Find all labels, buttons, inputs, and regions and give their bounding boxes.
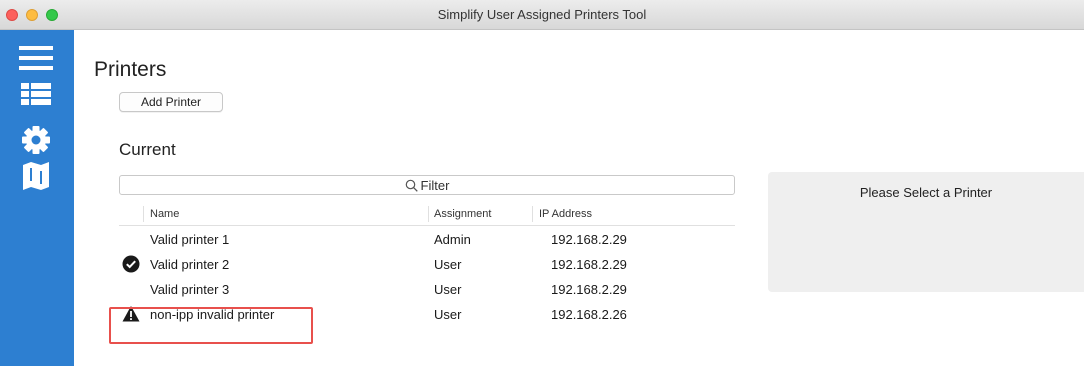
printer-assignment: User [434, 307, 462, 322]
checkmark-circle-icon [122, 255, 140, 273]
table-row[interactable]: Valid printer 3 User 192.168.2.29 [119, 276, 735, 301]
map-icon [23, 162, 49, 190]
add-printer-button[interactable]: Add Printer [119, 92, 223, 112]
gear-icon [22, 126, 50, 154]
search-icon [405, 179, 418, 192]
table-header: Name Assignment IP Address [119, 203, 735, 226]
printer-assignment: Admin [434, 232, 471, 247]
window-titlebar: Simplify User Assigned Printers Tool [0, 0, 1084, 30]
column-divider [428, 206, 429, 222]
printer-name: Valid printer 2 [150, 257, 230, 272]
column-header-name[interactable]: Name [150, 208, 179, 220]
sidebar [0, 30, 74, 366]
printer-ip: 192.168.2.29 [551, 257, 627, 272]
printer-ip: 192.168.2.26 [551, 307, 627, 322]
menu-icon [19, 46, 53, 70]
highlight-box [109, 307, 313, 344]
printer-name: Valid printer 3 [150, 282, 230, 297]
detail-placeholder: Please Select a Printer [859, 185, 993, 200]
column-divider [532, 206, 533, 222]
sidebar-item-list[interactable] [16, 78, 56, 114]
page-title: Printers [94, 58, 167, 81]
section-title: Current [119, 140, 176, 159]
window-title: Simplify User Assigned Printers Tool [437, 7, 647, 22]
sidebar-item-menu[interactable] [16, 40, 56, 76]
column-header-assignment[interactable]: Assignment [434, 208, 491, 220]
column-header-ip-address[interactable]: IP Address [539, 208, 592, 220]
printer-detail-panel: Please Select a Printer [768, 172, 1084, 292]
printer-ip: 192.168.2.29 [551, 282, 627, 297]
list-icon [21, 83, 51, 105]
column-divider [143, 206, 144, 222]
filter-placeholder: Filter [420, 177, 450, 193]
printer-assignment: User [434, 257, 462, 272]
printer-assignment: User [434, 282, 462, 297]
sidebar-item-map[interactable] [16, 158, 56, 194]
printer-name: Valid printer 1 [150, 232, 230, 247]
sidebar-item-settings[interactable] [16, 122, 56, 158]
table-row[interactable]: Valid printer 2 User 192.168.2.29 [119, 251, 735, 276]
filter-search-field[interactable]: Filter [119, 175, 735, 195]
table-row[interactable]: Valid printer 1 Admin 192.168.2.29 [119, 226, 735, 251]
printer-ip: 192.168.2.29 [551, 232, 627, 247]
